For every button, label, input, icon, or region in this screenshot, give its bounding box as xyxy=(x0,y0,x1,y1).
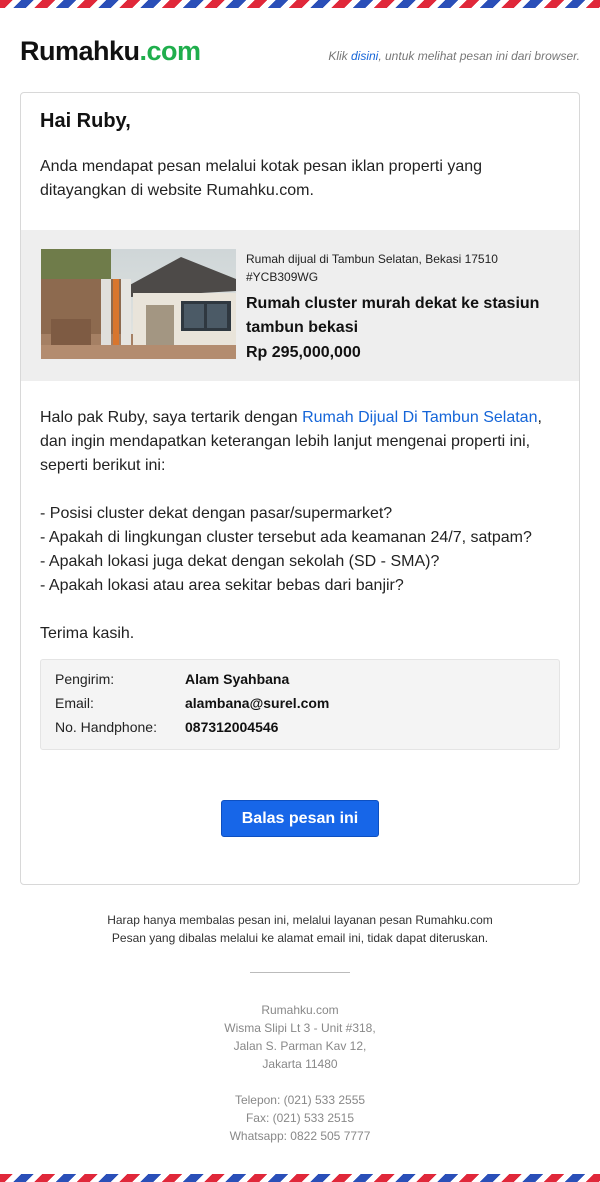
question-item: - Apakah di lingkungan cluster tersebut … xyxy=(40,529,532,546)
company-contacts: Telepon: (021) 533 2555 Fax: (021) 533 2… xyxy=(0,1091,600,1145)
contact-whatsapp: Whatsapp: 0822 505 7777 xyxy=(229,1129,371,1143)
footer-note-line-2: Pesan yang dibalas melalui ke alamat ema… xyxy=(111,931,489,945)
message-card: Hai Ruby, Anda mendapat pesan melalui ko… xyxy=(20,92,580,885)
address-line: Jakarta 11480 xyxy=(262,1057,338,1071)
logo-text: Rumahku xyxy=(20,36,140,66)
rumahku-logo[interactable]: Rumahku.com xyxy=(20,36,201,67)
view-in-browser-link[interactable]: disini xyxy=(351,49,378,63)
sender-name-label: Pengirim: xyxy=(55,671,115,687)
message-intro-prefix: Halo pak Ruby, saya tertarik dengan xyxy=(40,409,303,426)
sender-phone-label: No. Handphone: xyxy=(55,719,157,735)
address-line: Jalan S. Parman Kav 12, xyxy=(233,1039,367,1053)
airmail-border-top xyxy=(0,0,600,8)
sender-email-label: Email: xyxy=(55,695,94,711)
address-line: Wisma Slipi Lt 3 - Unit #318, xyxy=(224,1021,376,1035)
company-name: Rumahku.com xyxy=(261,1003,339,1017)
listing-photo[interactable] xyxy=(41,249,236,359)
company-address: Rumahku.com Wisma Slipi Lt 3 - Unit #318… xyxy=(0,1001,600,1073)
browser-note-suffix: , untuk melihat pesan ini dari browser. xyxy=(378,49,580,63)
reply-button[interactable]: Balas pesan ini xyxy=(221,800,379,837)
logo-tld: .com xyxy=(139,36,202,66)
airmail-border-bottom xyxy=(0,1174,600,1182)
footer-divider xyxy=(250,972,350,973)
footer-note: Harap hanya membalas pesan ini, melalui … xyxy=(0,911,600,947)
sender-name-value: Alam Syahbana xyxy=(185,671,290,687)
property-link[interactable]: Rumah Dijual Di Tambun Selatan xyxy=(302,409,537,426)
view-in-browser-note: Klik disini, untuk melihat pesan ini dar… xyxy=(328,49,580,63)
listing-summary[interactable]: Rumah dijual di Tambun Selatan, Bekasi 1… xyxy=(21,230,579,381)
contact-fax: Fax: (021) 533 2515 xyxy=(245,1111,355,1125)
email-header: Rumahku.com Klik disini, untuk melihat p… xyxy=(20,36,580,72)
sender-email-value[interactable]: alambana@surel.com xyxy=(185,691,329,715)
listing-code: #YCB309WG xyxy=(246,270,319,284)
intro-text: Anda mendapat pesan melalui kotak pesan … xyxy=(40,158,483,199)
greeting: Hai Ruby, xyxy=(40,110,131,132)
sender-phone-value[interactable]: 087312004546 xyxy=(185,715,278,739)
footer-note-line-1: Harap hanya membalas pesan ini, melalui … xyxy=(107,913,493,927)
message-body: Halo pak Ruby, saya tertarik dengan Ruma… xyxy=(40,406,560,646)
listing-title[interactable]: Rumah cluster murah dekat ke stasiun tam… xyxy=(246,292,566,340)
contact-phone: Telepon: (021) 533 2555 xyxy=(234,1093,366,1107)
closing-text: Terima kasih. xyxy=(40,625,135,642)
listing-info: Rumah dijual di Tambun Selatan, Bekasi 1… xyxy=(246,250,566,362)
listing-price: Rp 295,000,000 xyxy=(246,344,361,361)
house-photo-icon xyxy=(41,249,236,359)
listing-location: Rumah dijual di Tambun Selatan, Bekasi 1… xyxy=(246,252,498,266)
sender-details: Pengirim: Alam Syahbana Email: alambana@… xyxy=(40,659,560,750)
browser-note-prefix: Klik xyxy=(328,49,351,63)
question-item: - Apakah lokasi juga dekat dengan sekola… xyxy=(40,553,440,570)
question-item: - Apakah lokasi atau area sekitar bebas … xyxy=(40,577,404,594)
question-item: - Posisi cluster dekat dengan pasar/supe… xyxy=(40,505,393,522)
message-intro: Halo pak Ruby, saya tertarik dengan Ruma… xyxy=(40,406,560,478)
